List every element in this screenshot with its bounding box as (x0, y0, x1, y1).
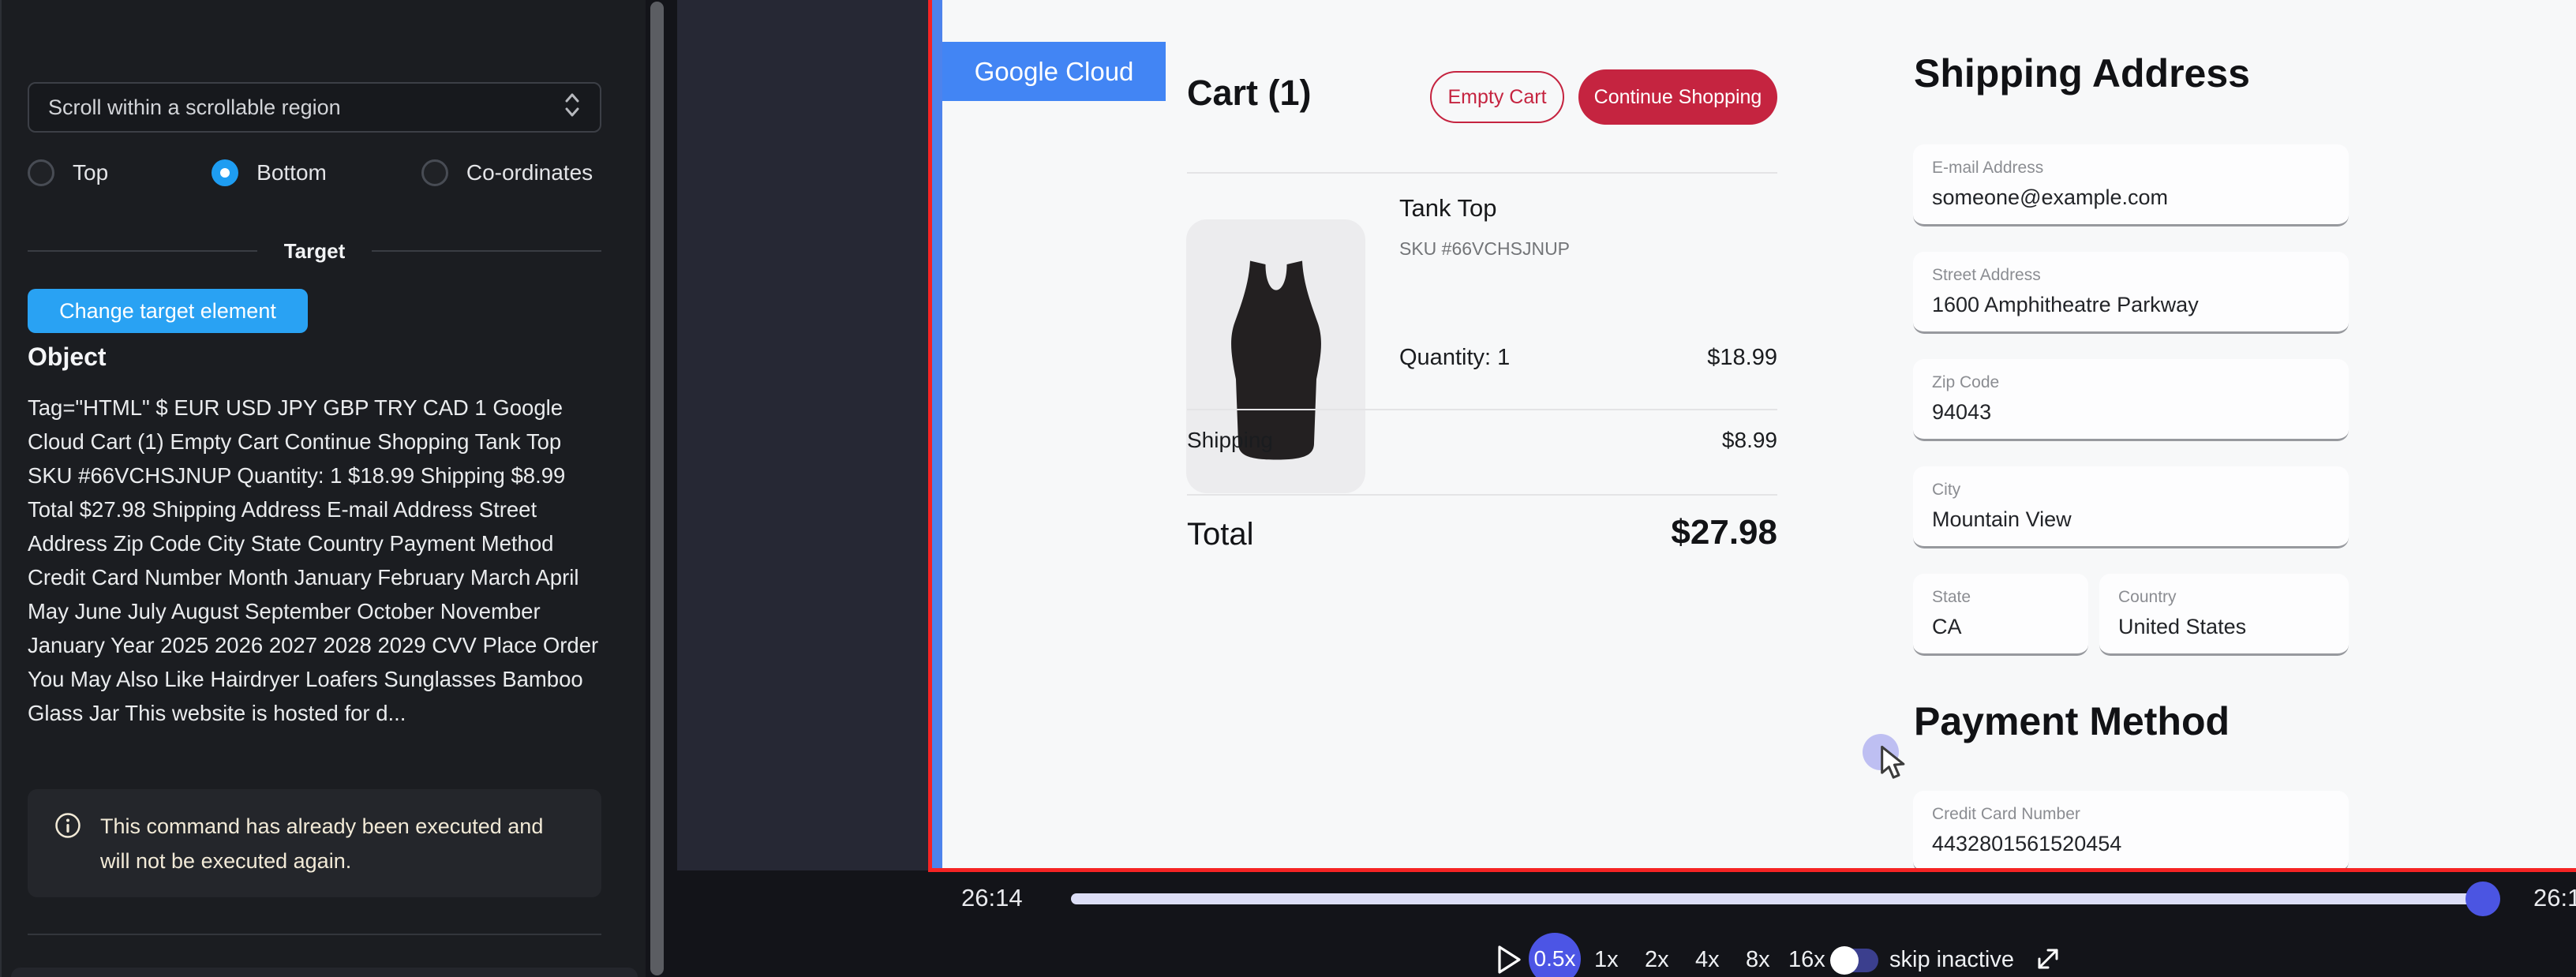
target-section-label: Target (284, 239, 346, 264)
radio-bottom-label: Bottom (256, 160, 327, 185)
state-field-value: CA (1932, 615, 1962, 639)
total-label: Total (1187, 517, 1254, 552)
cart-divider (1187, 172, 1777, 174)
shipping-value: $8.99 (1722, 428, 1777, 453)
google-cloud-badge: Google Cloud (942, 42, 1166, 101)
payment-method-heading: Payment Method (1914, 698, 2230, 744)
end-time-label: 26:1 (2533, 884, 2576, 912)
country-field[interactable]: Country United States (2099, 574, 2349, 656)
skip-inactive-toggle[interactable] (1833, 949, 1878, 972)
empty-cart-button[interactable]: Empty Cart (1430, 71, 1564, 123)
country-field-value: United States (2118, 615, 2246, 639)
scroll-region-highlight (932, 0, 942, 868)
zip-field-value: 94043 (1932, 400, 1991, 425)
change-target-button[interactable]: Change target element (28, 289, 308, 333)
radio-coordinates[interactable] (421, 159, 448, 186)
object-heading: Object (28, 343, 107, 372)
product-quantity: Quantity: 1 (1399, 345, 1510, 371)
email-field[interactable]: E-mail Address someone@example.com (1913, 144, 2349, 226)
cart-title: Cart (1) (1187, 73, 1312, 114)
product-price: $18.99 (1707, 345, 1777, 371)
street-field-value: 1600 Amphitheatre Parkway (1932, 293, 2199, 317)
radio-top-label: Top (73, 160, 108, 185)
current-time-label: 26:14 (961, 884, 1023, 912)
skip-inactive-label: skip inactive (1889, 947, 2014, 973)
product-name: Tank Top (1399, 194, 1497, 223)
country-field-label: Country (2118, 588, 2177, 607)
street-address-field[interactable]: Street Address 1600 Amphitheatre Parkway (1913, 252, 2349, 334)
next-command-card-edge (11, 968, 638, 977)
play-icon (1496, 944, 1522, 975)
email-field-value: someone@example.com (1932, 185, 2168, 210)
card-field-label: Credit Card Number (1932, 805, 2080, 824)
radio-top[interactable] (28, 159, 54, 186)
radio-bottom[interactable] (212, 159, 238, 186)
speed-option-16x[interactable]: 16x (1788, 947, 1825, 973)
shipping-divider (1187, 409, 1777, 410)
mouse-cursor-icon (1878, 746, 1910, 786)
email-field-label: E-mail Address (1932, 159, 2043, 178)
speed-option-8x[interactable]: 8x (1746, 947, 1770, 973)
radio-coordinates-label: Co-ordinates (466, 160, 593, 185)
speed-option-4x[interactable]: 4x (1695, 947, 1720, 973)
shipping-label: Shipping (1187, 428, 1273, 453)
select-updown-icon (564, 92, 581, 124)
speed-option-1x[interactable]: 1x (1594, 947, 1619, 973)
total-divider (1187, 494, 1777, 496)
street-field-label: Street Address (1932, 266, 2041, 285)
object-description-text: Tag="HTML" $ EUR USD JPY GBP TRY CAD 1 G… (28, 391, 605, 730)
target-section-divider: Target (28, 239, 601, 263)
state-field-label: State (1932, 588, 1971, 607)
total-value: $27.98 (1671, 513, 1777, 552)
command-sidebar: Scroll within a scrollable region Top Bo… (0, 0, 646, 977)
info-icon (54, 812, 81, 843)
replayed-webpage: Google Cloud Cart (1) Empty Cart Continu… (942, 0, 2576, 868)
command-executed-notice: This command has already been executed a… (28, 789, 601, 897)
sidebar-divider (28, 934, 601, 935)
expand-icon (2033, 944, 2063, 974)
timeline-knob[interactable] (2466, 882, 2500, 916)
play-button[interactable] (1496, 944, 1522, 975)
continue-shopping-button[interactable]: Continue Shopping (1578, 69, 1777, 125)
viewport-gutter-panel (677, 0, 928, 870)
sidebar-scrollbar[interactable] (650, 2, 664, 975)
speed-option-0.5x[interactable]: 0.5x (1529, 933, 1581, 977)
info-text: This command has already been executed a… (100, 809, 575, 878)
command-type-value: Scroll within a scrollable region (48, 95, 564, 120)
html-element-highlight-bottom (928, 868, 2576, 872)
shipping-address-heading: Shipping Address (1914, 51, 2250, 96)
speed-option-2x[interactable]: 2x (1645, 947, 1669, 973)
zip-field-label: Zip Code (1932, 373, 1999, 392)
credit-card-number-field[interactable]: Credit Card Number 4432801561520454 (1913, 791, 2349, 868)
card-field-value: 4432801561520454 (1932, 832, 2121, 856)
city-field-value: Mountain View (1932, 507, 2072, 532)
toggle-knob (1830, 946, 1859, 975)
scroll-position-radio-group: Top Bottom Co-ordinates (28, 158, 601, 188)
city-field[interactable]: City Mountain View (1913, 466, 2349, 548)
timeline-scrubber[interactable] (1071, 893, 2484, 904)
zip-code-field[interactable]: Zip Code 94043 (1913, 359, 2349, 441)
fullscreen-button[interactable] (2033, 944, 2063, 974)
product-sku: SKU #66VCHSJNUP (1399, 238, 1570, 260)
state-field[interactable]: State CA (1913, 574, 2088, 656)
command-type-select[interactable]: Scroll within a scrollable region (28, 82, 601, 133)
city-field-label: City (1932, 481, 1960, 500)
